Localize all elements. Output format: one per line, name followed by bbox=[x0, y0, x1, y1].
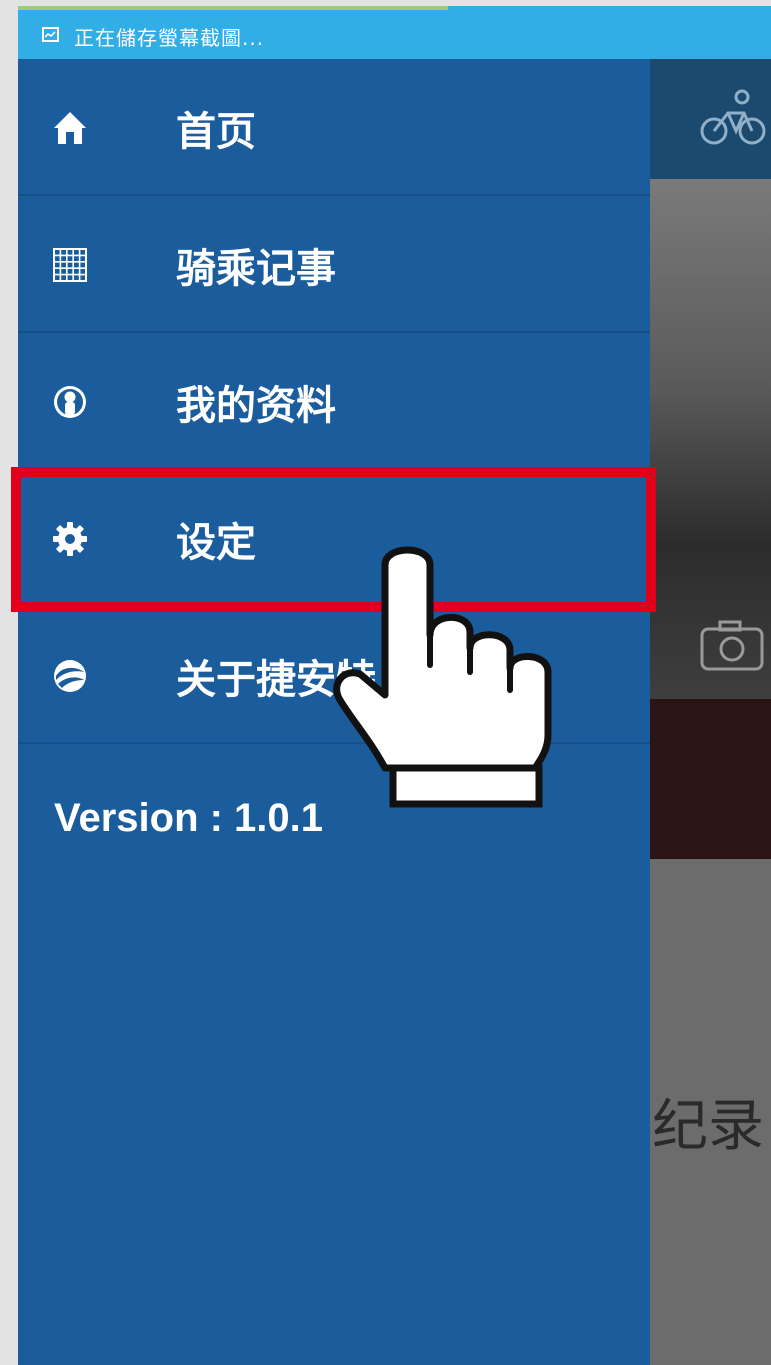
menu-item-ride-notes[interactable]: 骑乘记事 bbox=[18, 196, 650, 333]
version-text: Version : 1.0.1 bbox=[54, 796, 324, 840]
hand-pointer-icon bbox=[333, 546, 552, 808]
profile-icon bbox=[54, 385, 86, 418]
bike-icon[interactable] bbox=[700, 87, 770, 151]
giant-logo-icon bbox=[54, 659, 86, 692]
status-notification-text: 正在儲存螢幕截圖... bbox=[74, 26, 265, 50]
screenshot-progress-bar bbox=[18, 6, 448, 10]
menu-item-profile[interactable]: 我的资料 bbox=[18, 333, 650, 470]
app-toolbar bbox=[650, 59, 771, 179]
menu-item-label: 骑乘记事 bbox=[176, 245, 336, 292]
status-bar: 正在儲存螢幕截圖... bbox=[18, 6, 771, 59]
menu-item-label: 我的资料 bbox=[176, 382, 336, 429]
home-icon bbox=[54, 111, 86, 144]
menu-item-home[interactable]: 首页 bbox=[18, 59, 650, 196]
record-label: 纪录 bbox=[652, 1094, 764, 1159]
background-app: 纪录 bbox=[650, 59, 771, 1365]
screenshot-icon bbox=[42, 27, 59, 42]
dark-band bbox=[650, 699, 771, 859]
grid-icon bbox=[53, 247, 87, 282]
menu-item-label: 首页 bbox=[176, 108, 256, 155]
camera-icon[interactable] bbox=[700, 619, 764, 671]
